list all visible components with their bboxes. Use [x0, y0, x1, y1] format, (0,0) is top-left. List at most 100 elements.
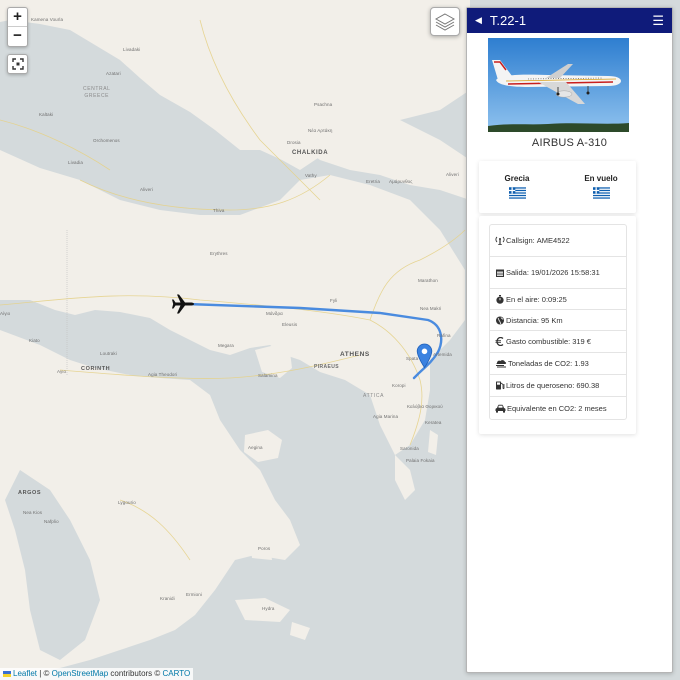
place-label: Livadia — [68, 160, 83, 165]
hamburger-menu-icon[interactable]: ☰ — [652, 13, 664, 29]
list-item: Callsign: AME4522 — [490, 225, 626, 257]
place-label: Livadaki — [123, 47, 141, 52]
zoom-out-button[interactable]: − — [8, 27, 27, 46]
place-label: Eleusis — [282, 322, 298, 327]
place-label: Νέα Αρτάκη — [308, 128, 333, 133]
airplane-icon[interactable] — [171, 293, 195, 315]
sidebar-title: T.22-1 — [489, 13, 527, 28]
place-label: PIRAEUS — [314, 364, 340, 370]
place-label: Loutraki — [100, 351, 117, 356]
place-label: Azatari — [106, 71, 121, 76]
aircraft-model: AIRBUS A-310 — [531, 137, 608, 149]
layers-button[interactable] — [430, 7, 460, 36]
leaflet-link[interactable]: Leaflet — [13, 669, 37, 678]
flight-sidebar: ◀ T.22-1 ☰ AIRBUS A-310 Grecia En vuelo … — [466, 7, 673, 673]
region-label: ATTICA — [363, 393, 385, 399]
place-label: CHALKIDA — [292, 150, 329, 156]
fullscreen-button[interactable] — [7, 54, 28, 74]
car-icon — [495, 404, 506, 413]
place-label: Thiva — [213, 208, 225, 213]
place-label: Lygourio — [118, 500, 136, 505]
smog-icon — [496, 360, 507, 368]
list-item: Salida: 19/01/2026 15:58:31 — [490, 257, 626, 289]
detail-value: 690.38 — [576, 381, 600, 390]
place-label: Keratea — [425, 420, 442, 425]
place-label: Orchomenos — [93, 138, 120, 143]
place-label: Saronida — [400, 446, 419, 451]
list-item: Toneladas de CO2: 1.93 — [490, 353, 626, 375]
zoom-control: + − — [7, 7, 28, 47]
detail-key: Equivalente en CO2: — [507, 403, 577, 413]
origin-status-card: Grecia En vuelo — [479, 161, 636, 213]
attribution-text: contributors © — [108, 669, 163, 678]
origin-label: Grecia — [504, 174, 530, 183]
fullscreen-icon — [11, 58, 24, 70]
place-label: Agia Marina — [373, 414, 399, 419]
stopwatch-icon — [496, 294, 504, 304]
place-label: Aliveri — [140, 187, 153, 192]
place-label: Koropi — [392, 383, 406, 388]
place-label: Καλύβια Θορικού — [407, 404, 443, 409]
greece-flag — [508, 187, 526, 199]
place-label: Ermioni — [186, 592, 202, 597]
place-label: Αίγιο — [0, 311, 11, 316]
place-label: Kiato — [29, 338, 40, 343]
calendar-icon — [496, 269, 504, 277]
map-attribution: Leaflet | © OpenStreetMap contributors ©… — [0, 668, 194, 680]
detail-key: Callsign: — [506, 236, 535, 245]
euro-icon — [495, 337, 504, 346]
flight-details-list: Callsign: AME4522 Salida: 19/01/2026 15:… — [489, 224, 627, 420]
caret-left-icon[interactable]: ◀ — [475, 15, 482, 26]
place-label: Drosia — [287, 140, 301, 145]
antenna-icon — [495, 236, 505, 245]
list-item: Litros de queroseno: 690.38 — [490, 375, 626, 397]
place-label: Megara — [218, 343, 234, 348]
place-label: Rafina — [437, 333, 451, 338]
place-label: Marathon — [418, 278, 438, 283]
detail-key: Gasto combustible: — [506, 337, 571, 346]
region-label: CENTRAL GREECE — [83, 86, 111, 99]
place-label: Nafplio — [44, 519, 59, 524]
place-label: Αμάρυνθος — [389, 179, 413, 184]
detail-value: 1.93 — [574, 359, 589, 368]
gas-pump-icon — [496, 381, 505, 390]
attribution-text: | © — [37, 669, 52, 678]
place-label: Eretria — [366, 179, 380, 184]
globe-icon — [496, 316, 504, 324]
map-marker-icon[interactable] — [416, 343, 433, 369]
place-label: Erythres — [210, 251, 228, 256]
detail-value: 2 meses — [578, 403, 607, 413]
place-label: Poros — [258, 546, 271, 551]
detail-value: 0:09:25 — [541, 294, 567, 304]
place-label: Palaia Fokaia — [406, 458, 435, 463]
place-label: Kranidi — [160, 596, 175, 601]
place-label: Vathy — [305, 173, 317, 178]
place-label: Salamina — [258, 373, 278, 378]
place-label: Μάνδρα — [266, 311, 283, 316]
place-label: Kamena Vourla — [31, 17, 64, 22]
place-label: Agia Theodori — [148, 372, 178, 377]
list-item: Distancia: 95 Km — [490, 310, 626, 331]
place-label: CORINTH — [81, 366, 111, 372]
list-item: Equivalente en CO2: 2 meses — [490, 397, 626, 419]
detail-value: AME4522 — [536, 236, 570, 245]
detail-key: Salida: — [506, 268, 529, 277]
detail-key: Distancia: — [506, 315, 539, 325]
place-label: Αγιο — [57, 369, 67, 374]
detail-value: 95 Km — [540, 315, 563, 325]
detail-key: Litros de queroseno: — [506, 381, 575, 390]
greece-flag — [592, 187, 610, 199]
sidebar-header: ◀ T.22-1 ☰ — [467, 8, 672, 33]
place-label: Psachna — [314, 102, 333, 107]
place-label: Nea Makri — [420, 306, 442, 311]
list-item: En el aire: 0:09:25 — [490, 289, 626, 310]
status-label: En vuelo — [584, 174, 618, 183]
zoom-in-button[interactable]: + — [8, 8, 27, 27]
place-label: Hydra — [262, 606, 275, 611]
detail-value: 19/01/2026 15:58:31 — [530, 268, 600, 277]
carto-link[interactable]: CARTO — [163, 669, 191, 678]
flight-details-card: Callsign: AME4522 Salida: 19/01/2026 15:… — [479, 216, 636, 434]
list-item: Gasto combustible: 319 € — [490, 331, 626, 353]
place-label: Aegina — [248, 445, 263, 450]
osm-link[interactable]: OpenStreetMap — [52, 669, 108, 678]
